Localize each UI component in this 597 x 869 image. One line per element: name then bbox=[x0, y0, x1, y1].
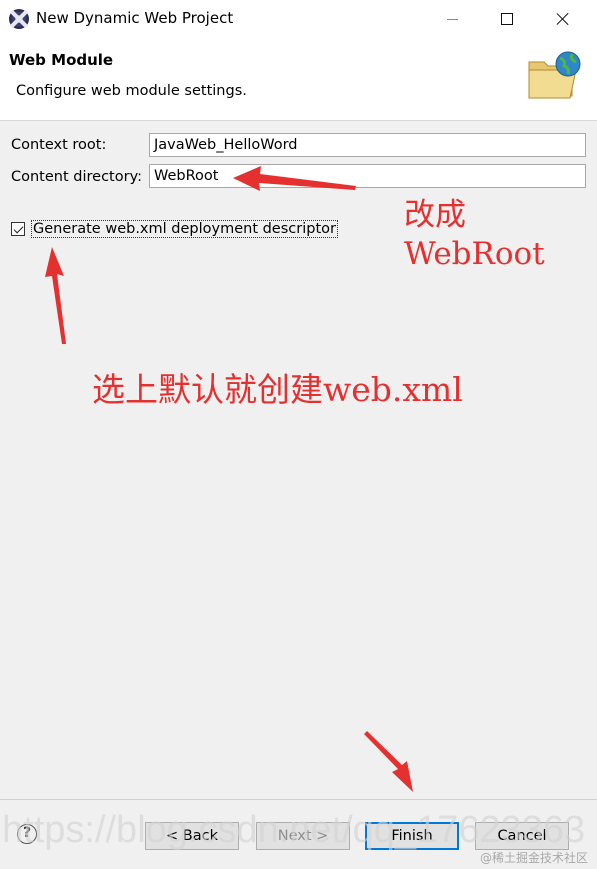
page-description: Configure web module settings. bbox=[16, 83, 247, 99]
close-icon bbox=[556, 12, 570, 26]
content-directory-label: Content directory: bbox=[11, 169, 142, 185]
eclipse-icon bbox=[9, 9, 29, 29]
context-root-label: Context root: bbox=[11, 137, 107, 153]
close-button[interactable] bbox=[539, 0, 587, 38]
juejin-watermark: @稀土掘金技术社区 bbox=[480, 851, 589, 865]
arrow-to-finish bbox=[364, 731, 413, 792]
annotation-change-to: 改成 bbox=[404, 197, 466, 233]
arrow-to-checkbox bbox=[45, 247, 66, 344]
generate-webxml-option[interactable]: Generate web.xml deployment descriptor bbox=[11, 220, 338, 238]
dialog-window: New Dynamic Web Project Web Module Confi… bbox=[0, 0, 597, 869]
annotation-webroot: WebRoot bbox=[404, 236, 545, 272]
minimize-button[interactable] bbox=[428, 0, 476, 38]
folder-globe-icon bbox=[528, 51, 581, 99]
annotation-select-default: 选上默认就创建web.xml bbox=[92, 370, 463, 409]
window-title: New Dynamic Web Project bbox=[36, 9, 234, 27]
context-root-input[interactable]: JavaWeb_HelloWord bbox=[149, 133, 586, 157]
annotation-arrows bbox=[45, 166, 413, 792]
generate-webxml-checkbox[interactable] bbox=[11, 222, 25, 236]
maximize-icon bbox=[501, 13, 513, 25]
content-directory-input[interactable]: WebRoot bbox=[149, 164, 586, 188]
generate-webxml-label[interactable]: Generate web.xml deployment descriptor bbox=[31, 220, 338, 238]
button-bar-separator bbox=[0, 799, 597, 800]
page-title: Web Module bbox=[9, 51, 114, 69]
maximize-button[interactable] bbox=[483, 0, 531, 38]
title-bar: New Dynamic Web Project bbox=[0, 0, 597, 38]
minimize-icon bbox=[446, 18, 458, 20]
csdn-watermark: https://blog.csdn.net/qq_17623363 bbox=[2, 809, 586, 851]
wizard-banner: Web Module Configure web module settings… bbox=[0, 38, 597, 121]
